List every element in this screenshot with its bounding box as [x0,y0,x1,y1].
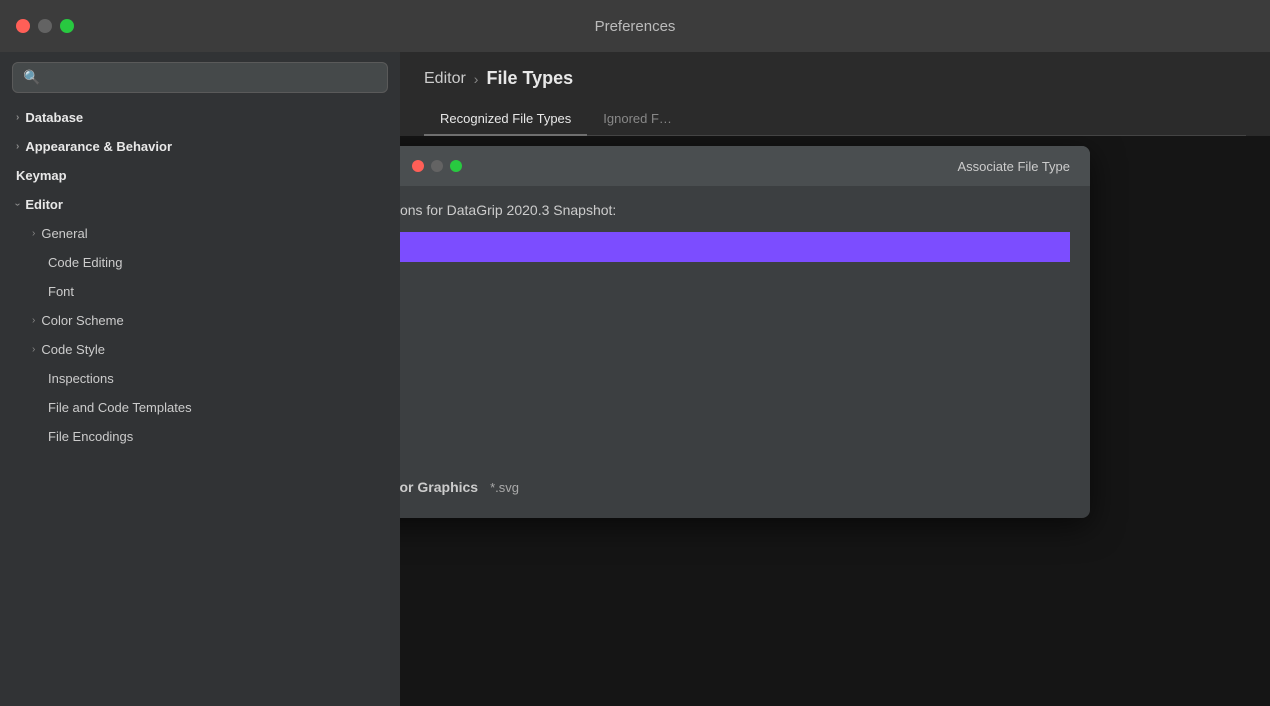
list-item[interactable]: *.sql [400,262,1070,292]
file-type-list: SQL *.sql *.cql [400,232,1070,502]
list-item[interactable]: *.ddl [400,322,1070,352]
modal-description: Create new associations for DataGrip 202… [400,202,1070,218]
sidebar-item-code-editing[interactable]: Code Editing [0,248,400,277]
modal-dialog: Associate File Type Create new associati… [400,146,1090,518]
ft-ext: *.svg [490,480,519,495]
modal-overlay: Associate File Type Create new associati… [400,136,1270,706]
modal-traffic-lights [412,160,462,172]
sidebar-item-file-code-templates[interactable]: File and Code Templates [0,393,400,422]
right-content: Associate File Type Create new associati… [400,136,1270,706]
list-item[interactable]: *.tps [400,442,1070,472]
sidebar-item-label: Code Style [41,342,105,357]
close-button[interactable] [16,19,30,33]
chevron-right-icon: › [32,344,35,355]
modal-minimize-button[interactable] [431,160,443,172]
sidebar-item-label: File Encodings [48,429,133,444]
main-content: 🔍 › Database › Appearance & Behavior Key… [0,52,1270,706]
sidebar-item-general[interactable]: › General [0,219,400,248]
sidebar-item-label: Keymap [16,168,67,183]
sidebar-item-font[interactable]: Font [0,277,400,306]
titlebar: Preferences [0,0,1270,52]
sidebar-item-label: Color Scheme [41,313,123,328]
sidebar-item-label: General [41,226,87,241]
right-header: Editor › File Types Recognized File Type… [400,52,1270,136]
list-item[interactable]: SQL [400,232,1070,262]
modal-titlebar: Associate File Type [400,146,1090,186]
tab-ignored[interactable]: Ignored F… [587,103,688,135]
breadcrumb: Editor › File Types [424,68,1246,89]
search-input[interactable] [46,70,377,85]
modal-close-button[interactable] [412,160,424,172]
list-item[interactable]: *.tpb [400,412,1070,442]
sidebar-item-appearance[interactable]: › Appearance & Behavior [0,132,400,161]
chevron-right-icon: › [32,315,35,326]
sidebar-item-label: Code Editing [48,255,122,270]
list-item[interactable]: Scalable Vector Graphics *.svg [400,472,1070,502]
tabs-bar: Recognized File Types Ignored F… [424,103,1246,136]
right-panel: Editor › File Types Recognized File Type… [400,52,1270,706]
list-item[interactable]: *.pkb [400,352,1070,382]
app-title: Preferences [595,18,676,35]
breadcrumb-parent: Editor [424,70,466,88]
sidebar-item-label: Appearance & Behavior [25,139,172,154]
sidebar-item-database[interactable]: › Database [0,103,400,132]
sidebar-item-file-encodings[interactable]: File Encodings [0,422,400,451]
breadcrumb-current: File Types [486,68,573,89]
sidebar-item-label: Font [48,284,74,299]
chevron-right-icon: › [16,141,19,152]
list-item[interactable]: *.pks [400,382,1070,412]
sidebar-item-code-style[interactable]: › Code Style [0,335,400,364]
minimize-button[interactable] [38,19,52,33]
sidebar-item-label: Database [25,110,83,125]
search-bar[interactable]: 🔍 [12,62,388,93]
sidebar-item-color-scheme[interactable]: › Color Scheme [0,306,400,335]
chevron-down-icon: › [12,203,23,206]
chevron-right-icon: › [16,112,19,123]
maximize-button[interactable] [60,19,74,33]
nav-list: › Database › Appearance & Behavior Keyma… [0,103,400,706]
sidebar: 🔍 › Database › Appearance & Behavior Key… [0,52,400,706]
sidebar-item-label: Inspections [48,371,114,386]
sidebar-item-inspections[interactable]: Inspections [0,364,400,393]
list-item[interactable]: *.cql [400,292,1070,322]
sidebar-item-label: File and Code Templates [48,400,192,415]
modal-title: Associate File Type [400,159,1078,174]
tab-recognized[interactable]: Recognized File Types [424,103,587,136]
modal-body: Create new associations for DataGrip 202… [400,186,1090,518]
breadcrumb-separator: › [474,71,479,87]
traffic-lights-group [16,19,74,33]
sidebar-item-keymap[interactable]: Keymap [0,161,400,190]
sidebar-item-editor[interactable]: › Editor [0,190,400,219]
modal-maximize-button[interactable] [450,160,462,172]
search-icon: 🔍 [23,69,40,86]
sidebar-item-label: Editor [25,197,63,212]
ft-label: Scalable Vector Graphics [400,479,478,495]
chevron-right-icon: › [32,228,35,239]
